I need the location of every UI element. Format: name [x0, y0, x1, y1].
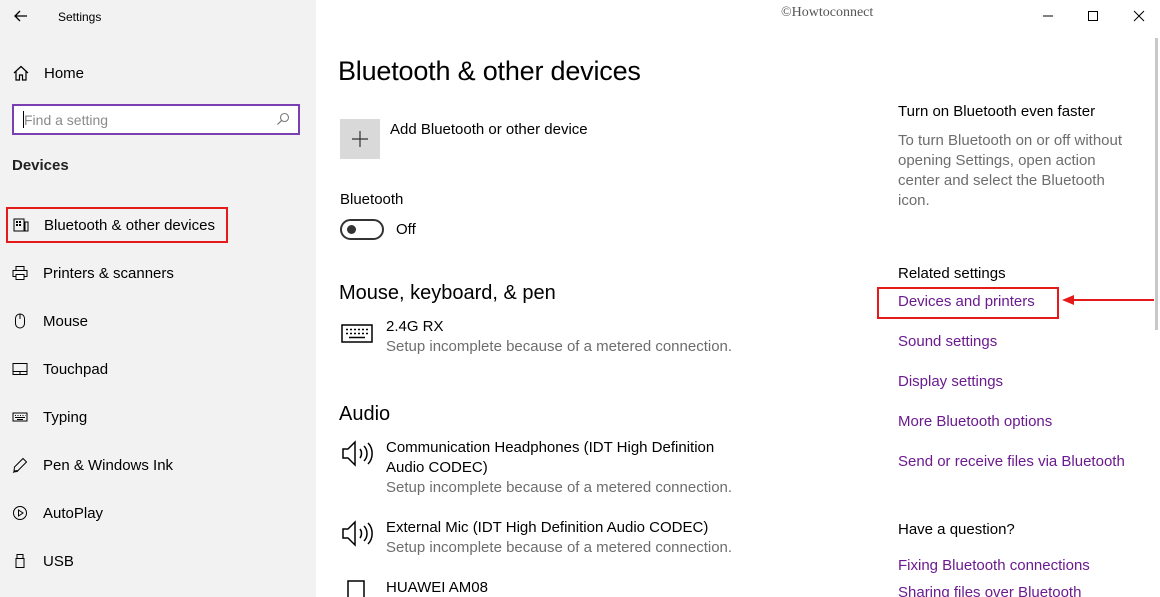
sidebar-item-label: Touchpad — [43, 360, 109, 378]
device-status: Setup incomplete because of a metered co… — [386, 539, 733, 556]
link-devices-and-printers[interactable]: Devices and printers — [898, 293, 1035, 310]
mouse-icon — [12, 313, 28, 329]
section-audio: Audio — [339, 403, 391, 425]
close-button[interactable] — [1124, 4, 1154, 28]
tip-title: Turn on Bluetooth even faster — [898, 103, 1096, 120]
device-name: External Mic (IDT High Definition Audio … — [386, 519, 709, 536]
device-name: 2.4G RX — [386, 318, 444, 335]
sidebar-home-label: Home — [44, 64, 85, 82]
sidebar-item-label: Printers & scanners — [43, 264, 174, 282]
sidebar: Settings Home Devices Bluetooth & other … — [0, 0, 316, 597]
printer-icon — [12, 265, 28, 281]
page-title: Bluetooth & other devices — [338, 56, 641, 86]
add-device-label[interactable]: Add Bluetooth or other device — [390, 121, 588, 138]
search-icon[interactable] — [276, 112, 290, 126]
touchpad-icon — [12, 361, 28, 377]
link-more-bluetooth-options[interactable]: More Bluetooth options — [898, 413, 1052, 430]
keyboard-device-icon — [341, 324, 373, 343]
back-arrow-icon — [14, 10, 27, 22]
speaker-icon — [342, 520, 373, 547]
bluetooth-state: Off — [396, 221, 416, 238]
minimize-button[interactable] — [1033, 4, 1063, 28]
tip-body: To turn Bluetooth on or off without open… — [898, 132, 1123, 209]
section-mouse-keyboard-pen: Mouse, keyboard, & pen — [339, 282, 556, 304]
autoplay-icon — [12, 505, 28, 521]
link-display-settings[interactable]: Display settings — [898, 373, 1003, 390]
sidebar-item-typing[interactable]: Typing — [12, 405, 87, 429]
phone-icon — [347, 580, 365, 597]
sidebar-item-usb[interactable]: USB — [12, 549, 74, 573]
usb-icon — [12, 553, 28, 569]
sidebar-item-label: Mouse — [43, 312, 89, 330]
red-arrow-annotation — [1062, 295, 1154, 305]
sidebar-item-label: Pen & Windows Ink — [43, 456, 174, 474]
keyboard-icon — [12, 409, 28, 425]
bluetooth-toggle[interactable] — [340, 219, 384, 240]
plus-icon — [352, 131, 368, 147]
watermark: ©Howtoconnect — [781, 5, 874, 20]
sidebar-item-pen[interactable]: Pen & Windows Ink — [12, 453, 173, 477]
link-sound-settings[interactable]: Sound settings — [898, 333, 997, 350]
device-status: Setup incomplete because of a metered co… — [386, 479, 733, 496]
bluetooth-devices-icon — [13, 217, 29, 233]
link-sharing-files[interactable]: Sharing files over Bluetooth — [898, 584, 1081, 597]
related-settings-heading: Related settings — [898, 265, 1006, 282]
sidebar-item-label: Typing — [43, 408, 88, 426]
sidebar-item-touchpad[interactable]: Touchpad — [12, 357, 108, 381]
sidebar-item-autoplay[interactable]: AutoPlay — [12, 501, 103, 525]
link-send-receive-files[interactable]: Send or receive files via Bluetooth — [898, 453, 1125, 470]
bluetooth-label: Bluetooth — [340, 191, 404, 208]
minimize-icon — [1043, 15, 1053, 17]
sidebar-home[interactable]: Home — [12, 62, 84, 84]
maximize-icon — [1088, 11, 1098, 21]
add-device-button[interactable] — [340, 119, 380, 159]
device-name: Communication Headphones (IDT High Defin… — [386, 439, 715, 476]
scrollbar[interactable] — [1155, 38, 1158, 330]
back-button[interactable] — [10, 6, 32, 26]
sidebar-item-label: Bluetooth & other devices — [44, 216, 215, 234]
close-icon — [1133, 10, 1145, 22]
sidebar-item-printers[interactable]: Printers & scanners — [12, 261, 174, 285]
sidebar-item-bluetooth[interactable]: Bluetooth & other devices — [6, 207, 228, 243]
link-fixing-bluetooth[interactable]: Fixing Bluetooth connections — [898, 557, 1090, 574]
app-title: Settings — [58, 10, 102, 24]
question-heading: Have a question? — [898, 521, 1015, 538]
search-input[interactable] — [14, 106, 264, 133]
sidebar-item-label: USB — [43, 552, 74, 570]
home-icon — [13, 65, 29, 81]
section-devices: Devices — [12, 157, 69, 174]
speaker-icon — [342, 440, 373, 467]
pen-icon — [12, 457, 28, 473]
sidebar-item-mouse[interactable]: Mouse — [12, 309, 88, 333]
maximize-button[interactable] — [1078, 4, 1108, 28]
text-caret — [23, 111, 24, 128]
sidebar-item-label: AutoPlay — [43, 504, 104, 522]
device-name: HUAWEI AM08 — [386, 579, 488, 596]
search-box[interactable] — [12, 104, 300, 135]
toggle-knob — [347, 225, 356, 234]
device-status: Setup incomplete because of a metered co… — [386, 338, 733, 355]
